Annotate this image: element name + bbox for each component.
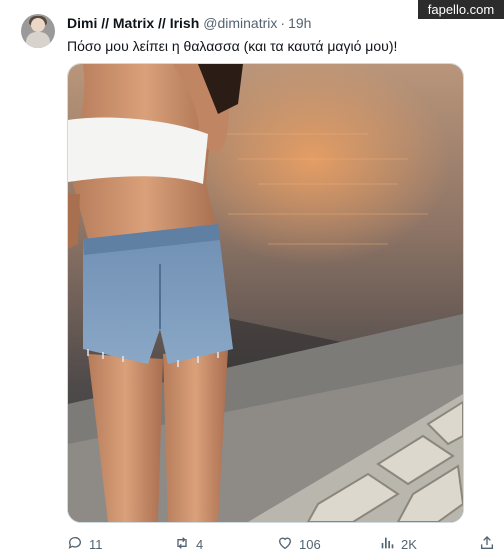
like-count: 106 xyxy=(299,536,321,552)
views-count: 2K xyxy=(401,536,417,552)
avatar[interactable] xyxy=(21,14,55,48)
site-watermark: fapello.com xyxy=(418,0,504,19)
views-button[interactable]: 2K xyxy=(379,534,417,554)
user-handle[interactable]: @diminatrix xyxy=(203,15,277,31)
tweet-card[interactable]: Dimi // Matrix // Irish @diminatrix · 19h Π… xyxy=(0,0,504,556)
share-upload-icon xyxy=(479,535,495,554)
avatar-head xyxy=(31,18,45,32)
timestamp[interactable]: 19h xyxy=(288,15,311,31)
retweet-button[interactable]: 4 xyxy=(174,534,203,554)
tweet-text: Πόσο μου λείπει η θαλασσα (και τα καυτά … xyxy=(67,38,398,54)
reply-button[interactable]: 11 xyxy=(67,534,103,554)
share-button[interactable] xyxy=(479,534,495,554)
action-bar: 11 4 106 2K xyxy=(67,534,497,554)
separator-dot: · xyxy=(280,15,286,31)
reply-count: 11 xyxy=(89,536,103,552)
tweet-photo[interactable] xyxy=(67,63,464,523)
avatar-body xyxy=(26,32,50,48)
bar-chart-icon xyxy=(379,535,395,554)
retweet-count: 4 xyxy=(196,536,204,552)
heart-icon xyxy=(277,535,293,554)
retweet-arrows-icon xyxy=(174,535,190,554)
like-button[interactable]: 106 xyxy=(277,534,321,554)
tweet-header: Dimi // Matrix // Irish @diminatrix · 19h xyxy=(67,14,311,32)
display-name[interactable]: Dimi // Matrix // Irish xyxy=(67,15,199,31)
speech-bubble-icon xyxy=(67,535,83,554)
photo-illustration xyxy=(68,64,463,522)
